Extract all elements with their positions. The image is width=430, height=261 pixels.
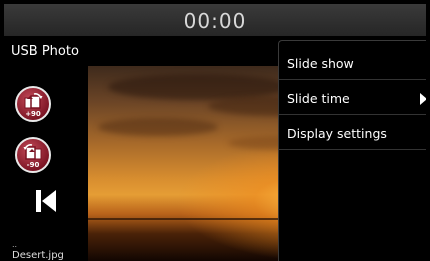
menu-item-label: Slide show bbox=[287, 56, 354, 71]
previous-button[interactable] bbox=[34, 187, 58, 215]
menu-item-label: Display settings bbox=[287, 126, 387, 141]
menu-item-slide-show[interactable]: Slide show bbox=[279, 45, 426, 80]
options-menu: Slide show Slide time Display settings bbox=[278, 40, 426, 261]
rotate-right-label: +90 bbox=[25, 110, 41, 118]
rotate-left-label: -90 bbox=[26, 161, 40, 169]
rotate-right-button[interactable]: +90 bbox=[15, 86, 51, 122]
previous-icon bbox=[36, 190, 56, 212]
photo-cloud bbox=[98, 118, 218, 136]
parent-directory: .. bbox=[12, 240, 18, 249]
page-title: USB Photo bbox=[11, 44, 79, 59]
menu-item-display-settings[interactable]: Display settings bbox=[279, 115, 426, 150]
menu-item-slide-time[interactable]: Slide time bbox=[279, 80, 426, 115]
control-panel: +90 -90 .. Desert.jpg bbox=[4, 66, 88, 261]
clock: 00:00 bbox=[183, 9, 247, 33]
usb-photo-screen: 00:00 USB Photo +90 -90 .. Desert.jpg Sl… bbox=[4, 4, 426, 261]
menu-item-label: Slide time bbox=[287, 91, 350, 106]
file-name: Desert.jpg bbox=[12, 250, 64, 261]
status-bar: 00:00 bbox=[4, 4, 426, 36]
submenu-arrow-icon bbox=[420, 93, 426, 105]
rotate-left-button[interactable]: -90 bbox=[15, 137, 51, 173]
